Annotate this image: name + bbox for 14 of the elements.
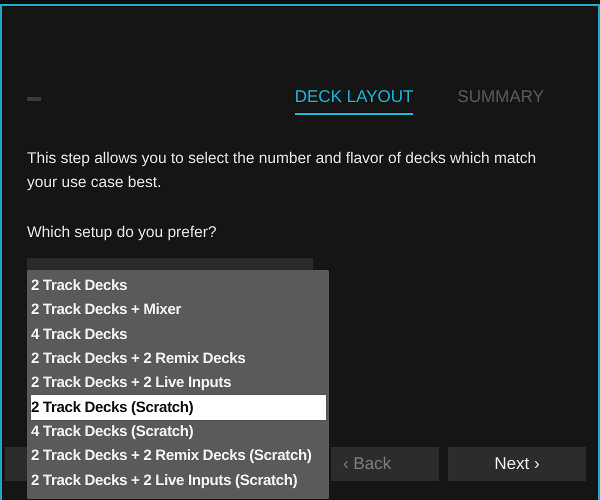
dropdown-option[interactable]: 2 Track Decks (Scratch) <box>31 395 326 420</box>
intro-text: This step allows you to select the number and flavor of decks which match your use case best. <box>27 149 538 193</box>
dropdown-option[interactable]: 2 Track Decks <box>31 274 326 298</box>
dropdown-option[interactable]: 2 Track Decks + 2 Remix Decks <box>31 346 326 372</box>
dropdown-option[interactable]: 2 Track Decks + 2 Live Inputs <box>31 371 326 396</box>
dash-icon <box>27 97 41 102</box>
dropdown-option[interactable]: 4 Track Decks <box>31 322 326 347</box>
dropdown-option[interactable]: 2 Track Decks + 2 Live Inputs (Scratch) <box>31 468 326 493</box>
question-label: Which setup do you prefer? <box>27 223 218 243</box>
dropdown-option[interactable]: 2 Track Decks + 2 Remix Decks (Scratch) <box>31 444 326 468</box>
dropdown-option[interactable]: 4 Track Decks (Scratch) <box>31 420 326 444</box>
dropdown-option[interactable]: 2 Track Decks + Mixer <box>31 298 326 323</box>
next-button[interactable]: Next › <box>448 447 586 481</box>
tab[interactable]: DECK LAYOUT <box>294 84 414 115</box>
